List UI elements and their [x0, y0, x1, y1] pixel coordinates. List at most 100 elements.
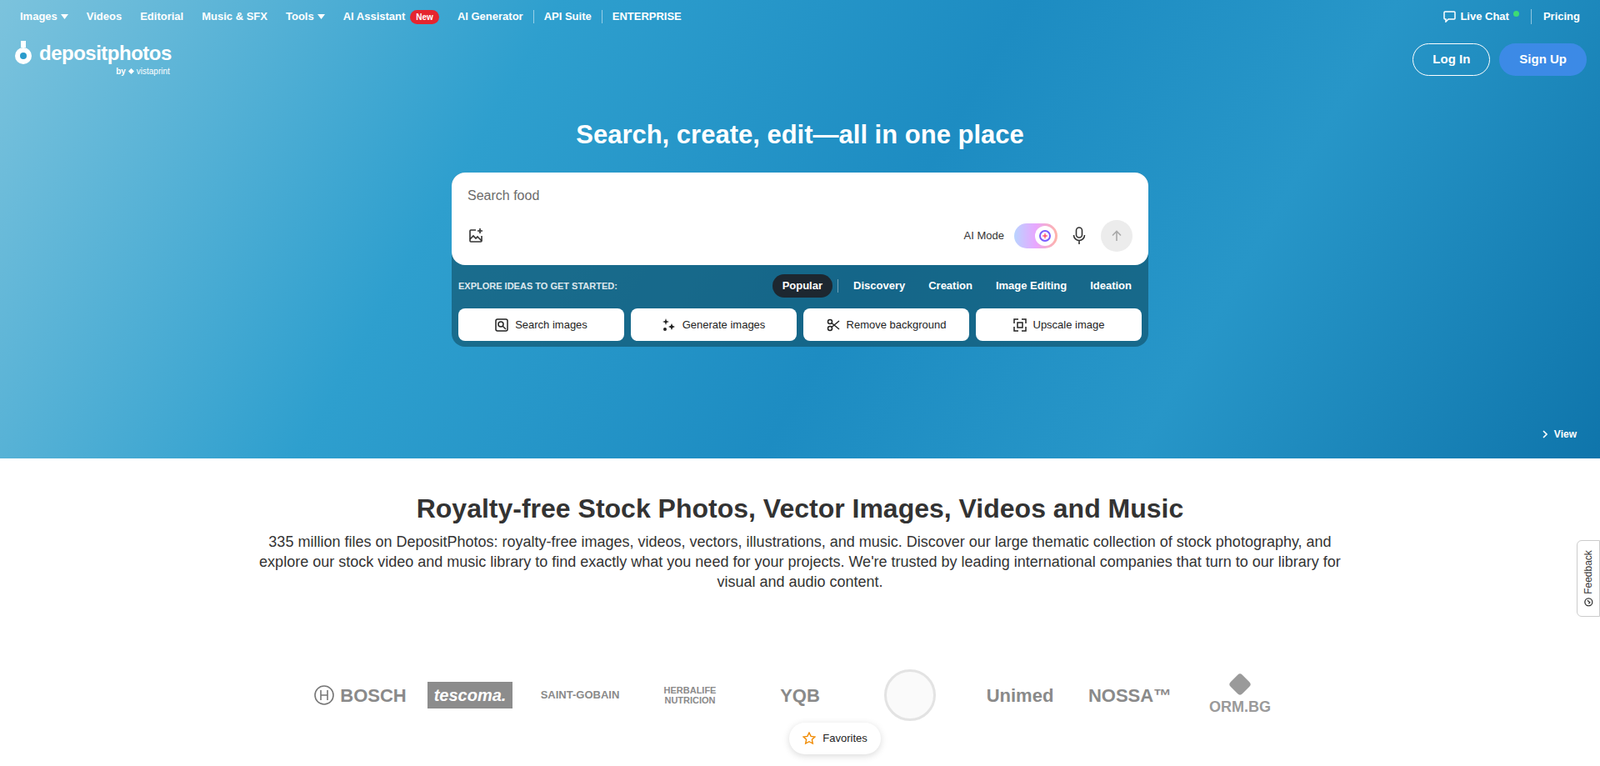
nav-label[interactable]: Videos [86, 8, 122, 25]
client-logo: BOSCH [305, 681, 415, 710]
nav-label[interactable]: Music & SFX [201, 8, 268, 25]
explore-tabs: Popular DiscoveryCreationImage EditingIde… [772, 274, 1142, 298]
logo-icon [13, 40, 35, 66]
tab-separator [837, 279, 839, 293]
pricing-link[interactable]: Pricing [1543, 8, 1580, 25]
logo-main[interactable]: depositphotos [13, 40, 172, 66]
top-nav: Images Videos Editorial Music & SFX Tools AI … [0, 0, 1600, 34]
arrow-up-icon [1110, 230, 1123, 242]
nav-right: Live Chat Pricing [1443, 8, 1580, 25]
microphone-icon[interactable] [1067, 226, 1091, 245]
feedback-tab[interactable]: Feedback [1576, 540, 1600, 617]
logo-by-text: by [115, 65, 126, 78]
nav-item[interactable]: Tools [285, 8, 325, 25]
feedback-icon [1584, 597, 1594, 607]
caret-icon [60, 14, 69, 20]
intro-section: Royalty-free Stock Photos, Vector Images… [0, 458, 1600, 755]
client-logo: ORM.BG [1185, 672, 1295, 719]
favorites-button[interactable]: Favorites [789, 722, 880, 755]
nav-label[interactable]: API Suite [544, 8, 592, 25]
nav-item[interactable]: ENTERPRISE [612, 8, 682, 25]
explore-action-button[interactable]: Remove background [803, 308, 970, 341]
nav-item[interactable]: AI Assistant New [343, 8, 440, 25]
nav-label[interactable]: Editorial [140, 8, 184, 25]
client-logo: Unimed [965, 681, 1075, 710]
explore-header: EXPLORE IDEAS TO GET STARTED:PopularDisc… [458, 273, 1142, 299]
orm-logo: ORM.BG [1209, 672, 1271, 719]
seal-logo [884, 669, 936, 721]
client-name: ORM.BG [1209, 695, 1271, 719]
nav-label[interactable]: ENTERPRISE [612, 8, 682, 25]
add-image-icon[interactable] [467, 227, 485, 245]
logo[interactable]: depositphotosbyvistaprint [13, 40, 172, 78]
nav-item[interactable]: Videos [86, 8, 122, 25]
nav-label[interactable]: AI Generator [457, 8, 524, 25]
client-name: tescoma. [427, 681, 514, 709]
signup-button[interactable]: Sign Up [1499, 43, 1587, 76]
ai-mode-label: AI Mode [964, 227, 1005, 245]
login-button[interactable]: Log In [1412, 43, 1490, 76]
client-logo: NOSSA™ [1075, 681, 1185, 710]
feedback-inner[interactable]: Feedback [1580, 550, 1596, 607]
submit-button[interactable] [1100, 220, 1133, 252]
nav-item[interactable]: Music & SFX [201, 8, 268, 25]
toggle-knob [1035, 225, 1055, 246]
explore-tab[interactable]: Popular [772, 274, 833, 298]
nav-item[interactable]: Images [20, 8, 69, 25]
search-image-icon [495, 318, 509, 332]
feedback-label[interactable]: Feedback [1580, 550, 1596, 595]
client-logo: YQB [745, 681, 855, 710]
live-chat[interactable]: Live Chat [1443, 8, 1520, 25]
search-tools: AI Mode [467, 220, 1133, 252]
nav-label[interactable]: Images [20, 8, 58, 25]
client-name: HERBALIFE NUTRICION [648, 685, 732, 705]
client-logo: HERBALIFE NUTRICION [635, 685, 745, 705]
client-name: BOSCH [340, 681, 406, 710]
new-badge: New [410, 10, 440, 25]
explore-action-button[interactable]: Generate images [630, 308, 797, 341]
explore-action-label[interactable]: Generate images [682, 316, 766, 334]
search-panel: AI Mode EXPLORE IDEAS TO GET STARTED:Popu… [451, 172, 1149, 347]
intro-text: 335 million files on DepositPhotos: roya… [254, 531, 1346, 592]
explore-action-button[interactable]: Upscale image [975, 308, 1142, 341]
view-label[interactable]: View [1554, 426, 1577, 442]
live-chat-label[interactable]: Live Chat [1460, 8, 1510, 25]
explore-action-label[interactable]: Remove background [846, 316, 947, 334]
ai-sparkle-icon [1039, 230, 1051, 242]
explore-tab[interactable]: Image Editing [985, 274, 1077, 298]
vistaprint-icon [128, 68, 135, 75]
client-name: YQB [780, 681, 820, 710]
explore-tab[interactable]: Creation [918, 274, 983, 298]
client-name: SAINT-GOBAIN [540, 686, 620, 704]
client-logo: tescoma. [415, 681, 525, 709]
explore-tab[interactable]: Ideation [1080, 274, 1142, 298]
explore-action-button[interactable]: Search images [458, 308, 625, 341]
nav-label[interactable]: Tools [285, 8, 315, 25]
hero: Images Videos Editorial Music & SFX Tools AI … [0, 0, 1600, 459]
nav-label[interactable]: AI Assistant [343, 8, 406, 25]
client-name: NOSSA™ [1088, 681, 1172, 710]
client-logos: BOSCH tescoma. SAINT-GOBAIN HERBALIFE NUTRI… [305, 670, 1295, 720]
client-logo: SAINT-GOBAIN [525, 686, 635, 704]
favorites-label[interactable]: Favorites [822, 730, 867, 747]
chat-icon [1443, 10, 1456, 23]
nav-separator [533, 10, 535, 24]
bosch-icon [313, 684, 335, 706]
auth-buttons: Log In Sign Up [1412, 43, 1587, 76]
explore-tab[interactable]: Discovery [843, 274, 915, 298]
nav-separator [601, 10, 603, 24]
nav-separator [1530, 9, 1532, 25]
explore-action-label[interactable]: Upscale image [1033, 316, 1105, 334]
caret-icon [317, 14, 325, 20]
nav-item[interactable]: Editorial [140, 8, 184, 25]
explore-action-label[interactable]: Search images [515, 316, 588, 334]
nav-item[interactable]: AI Generator [457, 8, 524, 25]
logo-name[interactable]: depositphotos [39, 43, 172, 64]
ai-mode-toggle[interactable] [1014, 223, 1058, 249]
nav-item[interactable]: API Suite [544, 8, 592, 25]
view-link[interactable]: View [1542, 426, 1577, 442]
search-input[interactable] [467, 185, 1133, 206]
logo-row: depositphotosbyvistaprint Log In Sign Up [0, 33, 1600, 85]
intro-title: Royalty-free Stock Photos, Vector Images… [416, 491, 1185, 525]
upscale-icon [1013, 318, 1027, 332]
